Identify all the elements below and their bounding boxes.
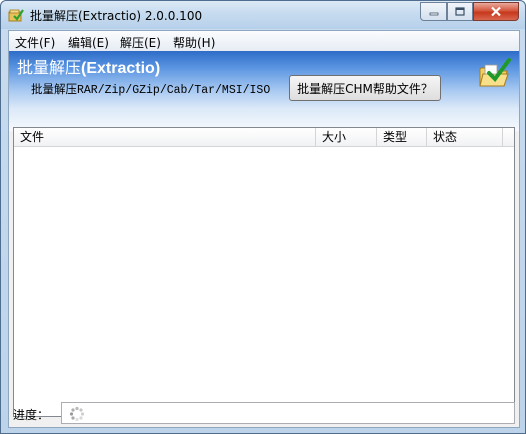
loading-spinner-icon (69, 406, 85, 422)
app-icon (8, 9, 24, 22)
help-file-button[interactable]: 批量解压CHM帮助文件？ (289, 75, 441, 101)
client-area: 文件(F) 编辑(E) 解压(E) 帮助(H) 批量解压(Extractio) … (8, 30, 520, 428)
close-icon (491, 6, 501, 17)
menu-edit[interactable]: 编辑(E) (68, 34, 109, 51)
list-body[interactable] (14, 147, 514, 416)
column-status[interactable]: 状态 (427, 128, 503, 147)
maximize-icon (455, 6, 465, 16)
progress-field (61, 402, 515, 424)
menu-help[interactable]: 帮助(H) (173, 34, 215, 51)
progress-label: 进度： (13, 408, 50, 422)
file-list[interactable]: 文件 大小 类型 状态 (13, 127, 515, 417)
menu-bar: 文件(F) 编辑(E) 解压(E) 帮助(H) (9, 31, 519, 51)
banner-title: 批量解压(Extractio) (17, 54, 160, 78)
minimize-button[interactable] (420, 2, 447, 21)
status-bar: 进度： (9, 401, 519, 427)
menu-extract[interactable]: 解压(E) (120, 34, 161, 51)
minimize-icon (429, 12, 438, 15)
column-file[interactable]: 文件 (14, 128, 316, 147)
column-size[interactable]: 大小 (316, 128, 377, 147)
menu-file[interactable]: 文件(F) (15, 34, 55, 51)
banner-subtitle: 批量解压RAR/Zip/GZip/Cab/Tar/MSI/ISO (31, 84, 271, 97)
folder-check-icon (479, 58, 511, 87)
close-button[interactable] (473, 2, 519, 21)
app-window: 批量解压(Extractio) 2.0.0.100 文件(F) 编辑(E) 解压… (0, 0, 526, 434)
banner-title-prefix: 批量解压 (17, 60, 82, 77)
column-type[interactable]: 类型 (377, 128, 427, 147)
header-banner: 批量解压(Extractio) 批量解压RAR/Zip/GZip/Cab/Tar… (9, 51, 519, 417)
window-title: 批量解压(Extractio) 2.0.0.100 (30, 9, 203, 23)
list-header: 文件 大小 类型 状态 (14, 128, 514, 147)
banner-title-bold: (Extractio) (81, 60, 161, 77)
title-bar[interactable]: 批量解压(Extractio) 2.0.0.100 (1, 1, 525, 29)
maximize-button[interactable] (447, 2, 473, 21)
